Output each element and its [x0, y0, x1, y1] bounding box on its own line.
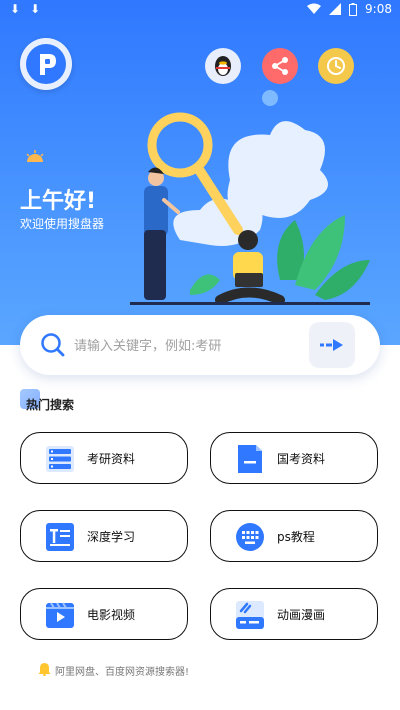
- search-input[interactable]: [72, 329, 311, 363]
- category-label: 动画漫画: [277, 608, 326, 622]
- category-movie-button[interactable]: 电影视频: [20, 588, 188, 640]
- arrow-right-icon: [320, 339, 343, 351]
- category-label: 深度学习: [87, 530, 136, 544]
- share-button[interactable]: [262, 48, 298, 84]
- category-deep-learning-button[interactable]: 深度学习: [20, 510, 188, 562]
- clock-time: 9:08: [365, 2, 392, 16]
- bell-icon: [38, 663, 51, 676]
- video-icon: [46, 602, 74, 628]
- category-guokao-button[interactable]: 国考资料: [210, 432, 378, 484]
- search-icon: [41, 333, 65, 357]
- history-button[interactable]: [318, 48, 354, 84]
- penguin-icon: [215, 56, 231, 76]
- category-kaoyan-button[interactable]: 考研资料: [20, 432, 188, 484]
- footer-note: 阿里网盘、百度网资源搜索器!: [55, 667, 190, 678]
- document-icon: [238, 445, 262, 473]
- share-icon: [272, 57, 288, 75]
- hero-illustration: [130, 90, 370, 305]
- hot-search-title: 热门搜索: [26, 398, 75, 412]
- category-label: 电影视频: [87, 608, 136, 622]
- wifi-icon: [307, 3, 322, 14]
- download-icon: ⬇: [10, 2, 21, 16]
- keyboard-icon: [236, 523, 264, 551]
- status-bar: ⬇ ⬇ 9:08: [0, 0, 400, 20]
- hero-header: ⬇ ⬇ 9:08 上午好! 欢迎使用搜盘器: [0, 0, 400, 345]
- text-doc-icon: [46, 523, 74, 551]
- clock-icon: [327, 57, 345, 75]
- signal-icon: [329, 3, 342, 15]
- category-label: ps教程: [277, 530, 315, 544]
- qq-button[interactable]: [205, 48, 241, 84]
- brush-icon: [236, 601, 264, 629]
- download-icon: ⬇: [30, 2, 41, 16]
- category-anime-button[interactable]: 动画漫画: [210, 588, 378, 640]
- welcome-text: 欢迎使用搜盘器: [20, 217, 105, 231]
- category-label: 国考资料: [277, 452, 326, 466]
- category-ps-button[interactable]: ps教程: [210, 510, 378, 562]
- greeting-text: 上午好!: [20, 189, 97, 214]
- app-logo[interactable]: [20, 38, 72, 90]
- search-submit-button[interactable]: [309, 322, 355, 368]
- battery-icon: [349, 2, 358, 16]
- category-label: 考研资料: [87, 452, 136, 466]
- list-icon: [46, 446, 74, 472]
- search-bar: [20, 315, 380, 375]
- sunrise-icon: [26, 150, 44, 162]
